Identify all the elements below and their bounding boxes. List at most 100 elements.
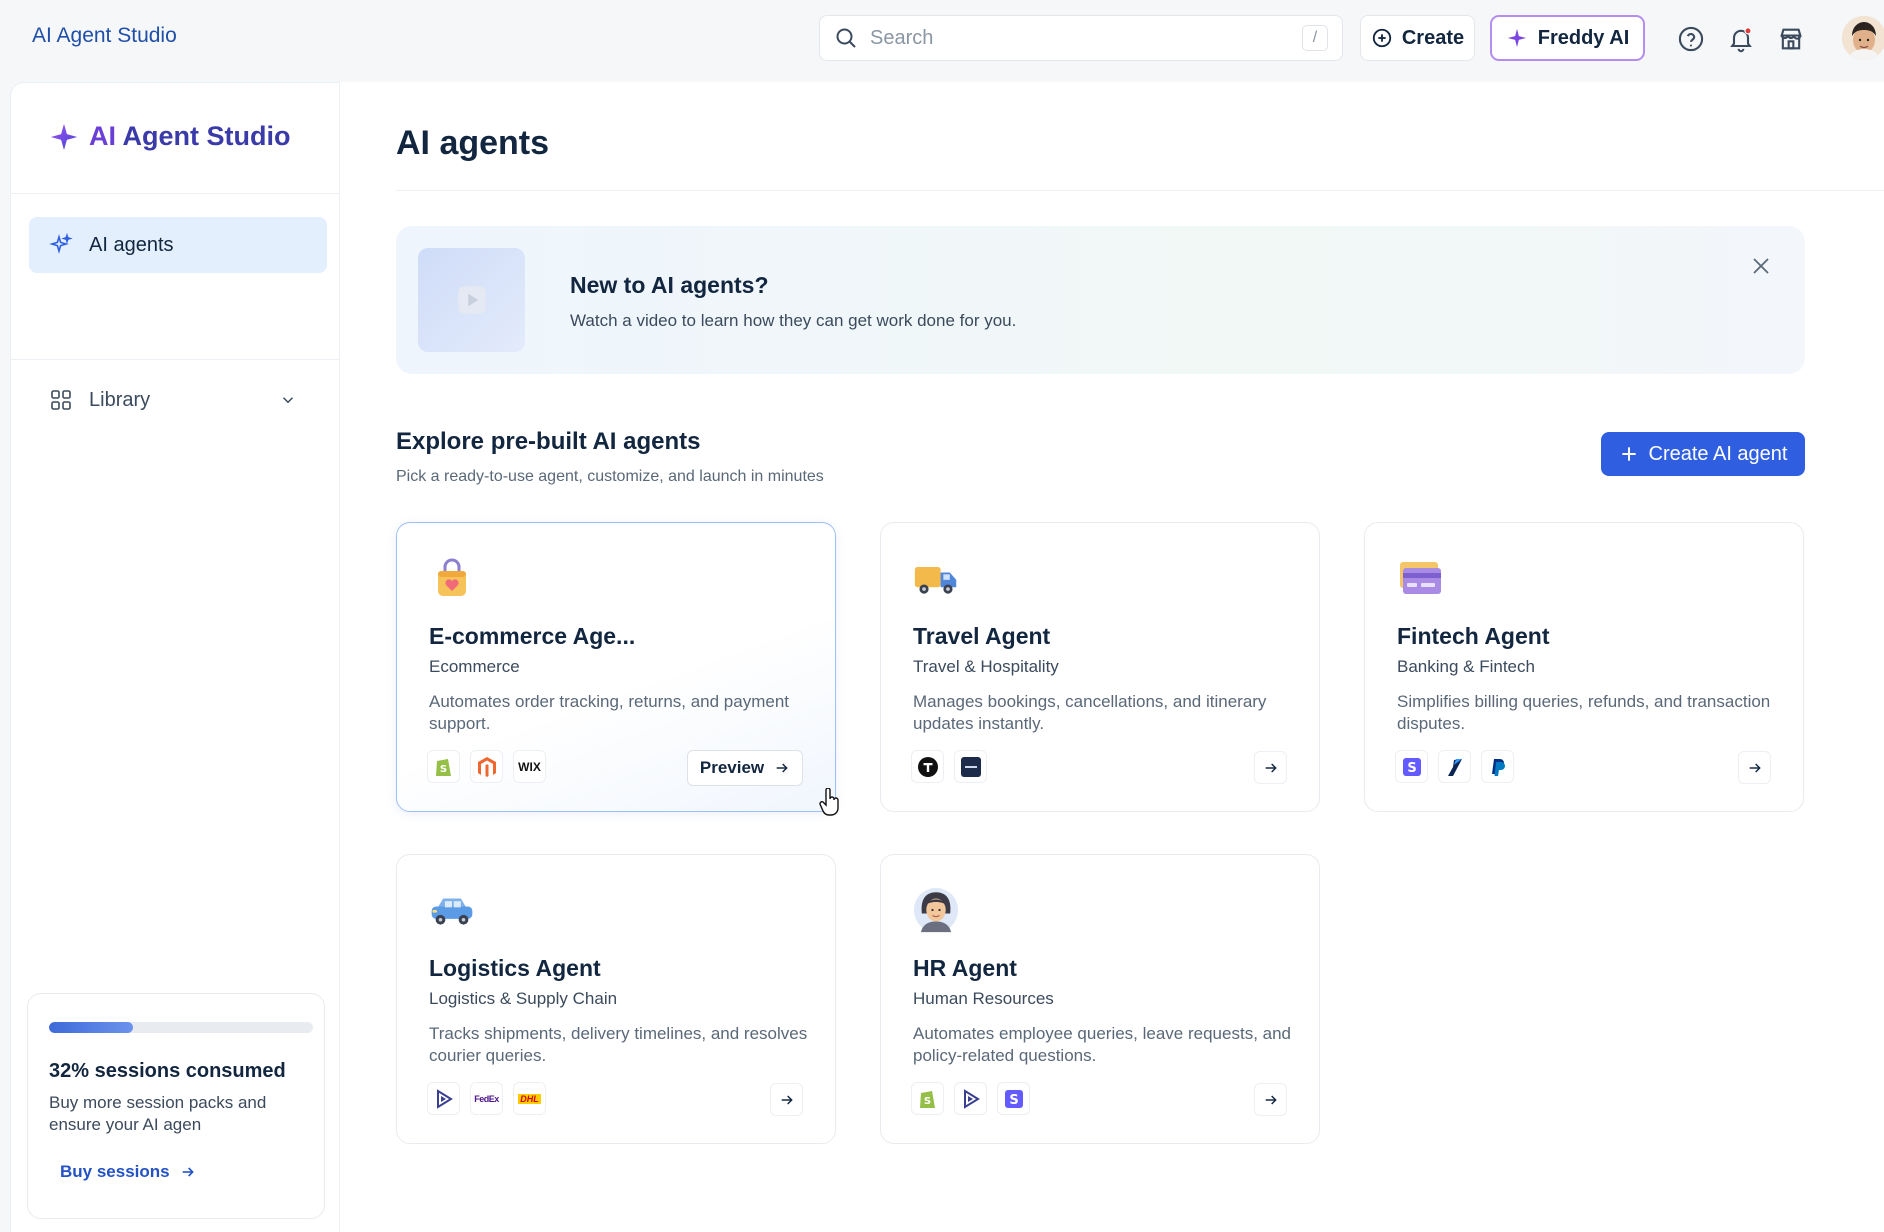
buy-sessions-link[interactable]: Buy sessions [60, 1162, 196, 1182]
t-logo-icon [911, 750, 944, 783]
sidebar-item-label: Library [89, 388, 151, 411]
session-progress-bar [49, 1022, 313, 1033]
svg-text:S: S [439, 764, 446, 775]
agent-card-logistics[interactable]: Logistics Agent Logistics & Supply Chain… [396, 854, 836, 1144]
open-agent-arrow-button[interactable] [1738, 751, 1771, 784]
brand-logo[interactable]: AI Agent Studio [49, 121, 290, 152]
search-input[interactable]: Search / [819, 15, 1343, 61]
brand-text-studio: Agent Studio [122, 121, 291, 151]
preview-button[interactable]: Preview [687, 750, 803, 786]
integration-logos: S WIX [427, 750, 546, 783]
page-title: AI agents [396, 124, 550, 162]
video-thumbnail[interactable] [418, 248, 525, 352]
sidebar-item-library[interactable]: Library [29, 377, 327, 423]
dhl-logo-icon: DHL [513, 1082, 546, 1115]
person-icon [913, 887, 959, 933]
agent-card-description: Automates employee queries, leave reques… [913, 1024, 1292, 1065]
integration-logos: S [1395, 750, 1514, 783]
shipment-play-logo-icon [427, 1082, 460, 1115]
create-label: Create [1401, 26, 1465, 49]
library-icon [51, 390, 71, 410]
integration-logos: S S [911, 1082, 1030, 1115]
stripe-logo-icon: S [1395, 750, 1428, 783]
agent-card-ecommerce[interactable]: E-commerce Age... Ecommerce Automates or… [396, 522, 836, 812]
section-title: Explore pre-built AI agents [396, 428, 701, 455]
open-agent-arrow-button[interactable] [1254, 751, 1287, 784]
agent-card-category: Logistics & Supply Chain [429, 989, 618, 1008]
play-icon [457, 286, 486, 314]
wix-logo-icon: WIX [513, 750, 546, 783]
agent-card-category: Ecommerce [429, 657, 520, 676]
header-divider [396, 190, 1884, 191]
section-subtitle: Pick a ready-to-use agent, customize, an… [396, 468, 824, 485]
agent-card-description: Tracks shipments, delivery timelines, an… [429, 1024, 808, 1065]
create-ai-agent-button[interactable]: Create AI agent [1601, 432, 1805, 476]
plus-icon [1621, 447, 1636, 461]
sparkle-icon [49, 233, 73, 254]
shipment-play-logo-icon [954, 1082, 987, 1115]
intro-video-banner: New to AI agents? Watch a video to learn… [396, 226, 1805, 374]
arrow-right-icon [1749, 762, 1761, 773]
svg-text:S: S [923, 1096, 930, 1107]
agent-card-title: HR Agent [913, 955, 1017, 981]
sparkle-icon [50, 123, 78, 150]
agent-card-description: Manages bookings, cancellations, and iti… [913, 692, 1267, 733]
sidebar-divider [11, 359, 341, 360]
banner-title: New to AI agents? [570, 272, 769, 298]
freddy-label: Freddy AI [1537, 26, 1630, 49]
agent-card-title: E-commerce Age... [429, 623, 636, 649]
freddy-ai-button[interactable]: Freddy AI [1490, 15, 1645, 61]
agent-card-title: Travel Agent [913, 623, 1051, 649]
app-name[interactable]: AI Agent Studio [32, 24, 177, 48]
marketplace-store-icon[interactable] [1776, 24, 1806, 54]
buy-sessions-label: Buy sessions [60, 1162, 170, 1181]
agent-card-category: Human Resources [913, 989, 1054, 1008]
arrow-right-icon [776, 763, 788, 773]
open-agent-arrow-button[interactable] [770, 1083, 803, 1116]
agent-card-title: Logistics Agent [429, 955, 601, 981]
delivery-truck-icon [913, 555, 959, 601]
razorpay-logo-icon [1438, 750, 1471, 783]
plus-circle-icon [1372, 28, 1392, 48]
create-ai-agent-label: Create AI agent [1648, 442, 1788, 465]
help-icon[interactable] [1676, 24, 1706, 54]
brand-text-ai: AI [89, 121, 116, 151]
svg-text:S: S [1407, 761, 1416, 776]
preview-label: Preview [699, 758, 765, 777]
agent-card-travel[interactable]: Travel Agent Travel & Hospitality Manage… [880, 522, 1320, 812]
arrow-right-icon [1265, 762, 1277, 773]
banner-subtitle: Watch a video to learn how they can get … [570, 311, 1017, 330]
agent-card-fintech[interactable]: Fintech Agent Banking & Fintech Simplifi… [1364, 522, 1804, 812]
sidebar-divider [11, 193, 341, 194]
sidebar: AI Agent Studio AI agents Library 32% se… [10, 82, 341, 1232]
close-icon[interactable] [1749, 254, 1773, 278]
arrow-right-icon [1265, 1094, 1277, 1105]
svg-text:S: S [1009, 1093, 1018, 1108]
agent-card-category: Banking & Fintech [1397, 657, 1535, 676]
magento-logo-icon [470, 750, 503, 783]
booking-logo-icon [954, 750, 987, 783]
chevron-down-icon[interactable] [279, 391, 297, 409]
user-avatar[interactable] [1842, 16, 1884, 60]
agent-card-category: Travel & Hospitality [913, 657, 1059, 676]
search-placeholder: Search [870, 26, 934, 49]
agent-card-title: Fintech Agent [1397, 623, 1550, 649]
sidebar-item-ai-agents[interactable]: AI agents [29, 217, 327, 273]
create-button[interactable]: Create [1360, 15, 1475, 61]
paypal-logo-icon [1481, 750, 1514, 783]
sparkle-icon [1507, 28, 1526, 48]
integration-logos: FedEx DHL [427, 1082, 546, 1115]
session-usage-title: 32% sessions consumed [49, 1060, 286, 1082]
stripe-logo-icon: S [997, 1082, 1030, 1115]
open-agent-arrow-button[interactable] [1254, 1083, 1287, 1116]
car-icon [429, 887, 475, 933]
integration-logos [911, 750, 987, 783]
session-usage-description: Buy more session packs and ensure your A… [49, 1093, 267, 1134]
agent-card-description: Automates order tracking, returns, and p… [429, 692, 790, 733]
search-icon [836, 28, 856, 48]
notification-bell-icon[interactable] [1726, 24, 1756, 54]
agent-card-hr[interactable]: HR Agent Human Resources Automates emplo… [880, 854, 1320, 1144]
session-usage-card: 32% sessions consumed Buy more session p… [27, 993, 325, 1219]
main-content: AI agents New to AI agents? Watch a vide… [340, 82, 1884, 1232]
arrow-right-icon [781, 1094, 793, 1105]
